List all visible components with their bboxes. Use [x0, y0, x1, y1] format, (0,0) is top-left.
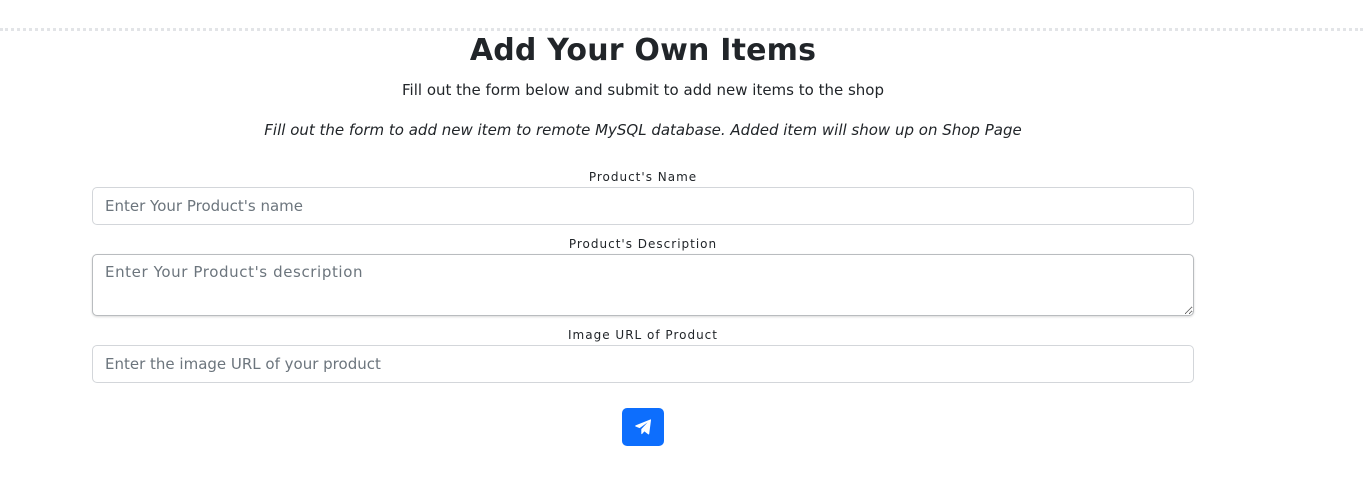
- product-description-label: Product's Description: [568, 237, 718, 251]
- product-name-label: Product's Name: [588, 170, 698, 184]
- submit-button[interactable]: [622, 408, 664, 446]
- page-subtitle: Fill out the form below and submit to ad…: [402, 81, 884, 99]
- image-url-label: Image URL of Product: [568, 328, 718, 342]
- form-note: Fill out the form to add new item to rem…: [264, 121, 1022, 139]
- paper-plane-icon: [635, 419, 651, 435]
- product-name-input[interactable]: [92, 187, 1194, 225]
- product-description-textarea[interactable]: [92, 254, 1194, 316]
- page-title: Add Your Own Items: [469, 33, 817, 68]
- image-url-input[interactable]: [92, 345, 1194, 383]
- add-items-page: Add Your Own Items Fill out the form bel…: [0, 0, 1363, 504]
